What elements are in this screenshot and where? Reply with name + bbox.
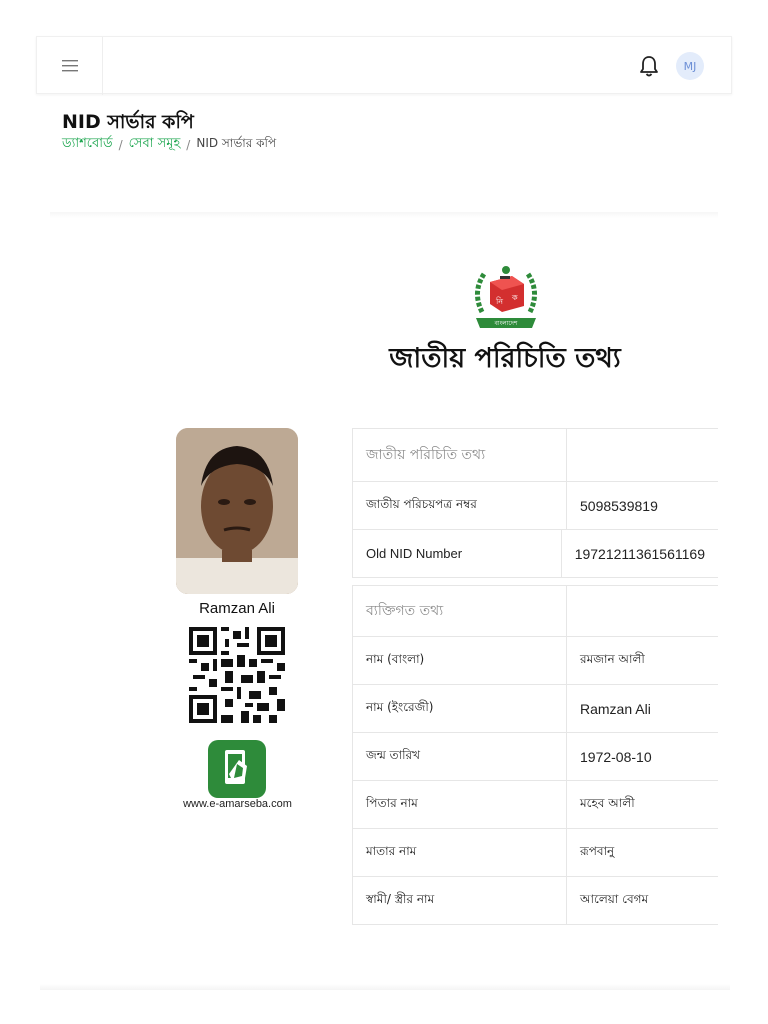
- logo-text: বাংলাদেশ: [494, 320, 518, 327]
- national-id-info-table: জাতীয় পরিচিতি তথ্য জাতীয় পরিচয়পত্র নম…: [352, 428, 718, 578]
- field-label: পিতার নাম: [353, 781, 567, 828]
- field-label: মাতার নাম: [353, 829, 567, 876]
- election-commission-logo: নি ক বাংলাদেশ: [475, 266, 537, 328]
- field-label: জন্ম তারিখ: [353, 733, 567, 780]
- footer-divider: [40, 984, 730, 990]
- logo-letter-ni: নি: [495, 297, 503, 306]
- table-row: স্বামী/ স্ত্রীর নাম আলেয়া বেগম: [353, 877, 718, 924]
- table-header-value: [567, 429, 718, 481]
- breadcrumb-dashboard-link[interactable]: ড্যাশবোর্ড: [62, 134, 113, 155]
- breadcrumb-separator: /: [186, 137, 191, 152]
- field-label: নাম (ইংরেজী): [353, 685, 567, 732]
- person-photo: [176, 428, 298, 594]
- top-navbar: MJ: [36, 36, 732, 95]
- field-value: রূপবানু: [580, 843, 615, 858]
- table-header-row: ব্যক্তিগত তথ্য: [353, 586, 718, 637]
- bell-icon: [640, 56, 658, 77]
- table-section-title: ব্যক্তিগত তথ্য: [353, 586, 567, 636]
- menu-button[interactable]: [37, 37, 103, 95]
- website-url: www.e-amarseba.com: [183, 798, 292, 810]
- field-value: Ramzan Ali: [580, 700, 651, 717]
- table-header-row: জাতীয় পরিচিতি তথ্য: [353, 429, 718, 482]
- field-label: Old NID Number: [353, 530, 562, 577]
- e-amarseba-app-icon: [208, 740, 266, 798]
- field-value: 1972-08-10: [580, 748, 652, 765]
- field-value: 19721211361561169: [574, 545, 705, 562]
- field-label: নাম (বাংলা): [353, 637, 567, 684]
- user-avatar[interactable]: MJ: [676, 52, 704, 80]
- breadcrumb-services-link[interactable]: সেবা সমূহ: [129, 134, 181, 155]
- person-name: Ramzan Ali: [199, 600, 275, 617]
- field-value: রমজান আলী: [580, 651, 645, 666]
- table-row: নাম (বাংলা) রমজান আলী: [353, 637, 718, 685]
- table-row: Old NID Number 19721211361561169: [353, 530, 718, 577]
- table-row: জাতীয় পরিচয়পত্র নম্বর 5098539819: [353, 482, 718, 530]
- breadcrumb-current: NID সার্ভার কপি: [196, 135, 277, 150]
- field-value: 5098539819: [580, 497, 658, 514]
- main-heading: জাতীয় পরিচিতি তথ্য: [389, 343, 621, 374]
- menu-icon: [61, 60, 78, 72]
- table-section-title: জাতীয় পরিচিতি তথ্য: [353, 429, 567, 481]
- field-label: জাতীয় পরিচয়পত্র নম্বর: [353, 482, 567, 529]
- table-header-value: [567, 586, 718, 636]
- table-row: মাতার নাম রূপবানু: [353, 829, 718, 877]
- table-row: জন্ম তারিখ 1972-08-10: [353, 733, 718, 781]
- table-row: নাম (ইংরেজী) Ramzan Ali: [353, 685, 718, 733]
- qr-code: [189, 627, 285, 723]
- personal-info-table: ব্যক্তিগত তথ্য নাম (বাংলা) রমজান আলী নাম…: [352, 585, 718, 925]
- breadcrumb-separator: /: [118, 137, 123, 152]
- notification-button[interactable]: [638, 54, 660, 78]
- logo-letter-ka: ক: [511, 293, 518, 302]
- breadcrumb: ড্যাশবোর্ড / সেবা সমূহ / NID সার্ভার কপি: [62, 134, 276, 155]
- field-label: স্বামী/ স্ত্রীর নাম: [353, 877, 567, 924]
- field-value: মহেব আলী: [580, 795, 635, 810]
- section-divider: [50, 212, 718, 218]
- table-row: পিতার নাম মহেব আলী: [353, 781, 718, 829]
- field-value: আলেয়া বেগম: [580, 891, 649, 906]
